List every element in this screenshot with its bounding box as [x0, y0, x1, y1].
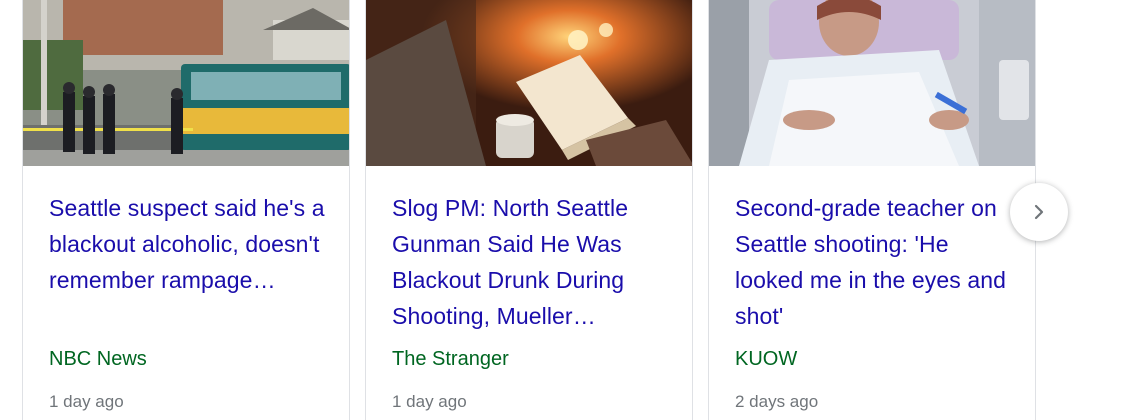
news-timestamp: 1 day ago [392, 392, 467, 411]
news-thumbnail-hospital[interactable] [709, 0, 1035, 166]
news-source: NBC News [49, 348, 147, 370]
news-source: KUOW [735, 348, 798, 370]
news-thumbnail-police-bus[interactable] [23, 0, 349, 166]
news-timestamp: 1 day ago [49, 392, 124, 411]
news-thumbnail-reading[interactable] [366, 0, 692, 166]
news-carousel: Seattle suspect said he's a blackout alc… [0, 0, 1140, 420]
news-headline[interactable]: Seattle suspect said he's a blackout alc… [49, 190, 329, 298]
news-headline[interactable]: Slog PM: North Seattle Gunman Said He Wa… [392, 190, 672, 334]
news-card-1[interactable]: Seattle suspect said he's a blackout alc… [22, 0, 350, 420]
news-source: The Stranger [392, 348, 509, 370]
chevron-right-icon [1029, 202, 1049, 222]
news-timestamp: 2 days ago [735, 392, 819, 411]
news-card-2[interactable]: Slog PM: North Seattle Gunman Said He Wa… [365, 0, 693, 420]
news-card-3[interactable]: Second-grade teacher on Seattle shooting… [708, 0, 1036, 420]
carousel-next-button[interactable] [1010, 183, 1068, 241]
news-headline[interactable]: Second-grade teacher on Seattle shooting… [735, 190, 1015, 334]
